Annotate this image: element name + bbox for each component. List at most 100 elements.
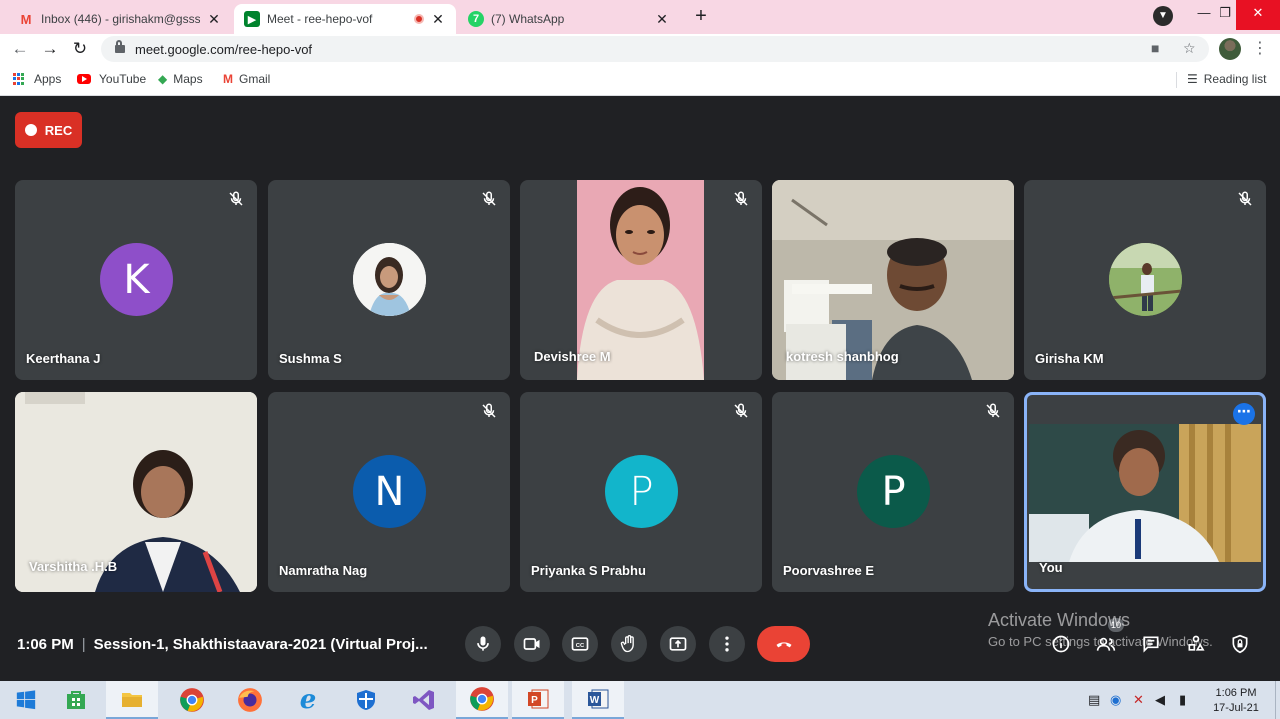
bookmark-apps[interactable]: Apps bbox=[13, 72, 61, 86]
participant-tile[interactable]: Varshitha .H.B bbox=[15, 392, 257, 592]
youtube-icon bbox=[77, 74, 91, 84]
self-tile[interactable]: ⋯ You bbox=[1024, 392, 1266, 592]
meet-icon: ▶ bbox=[244, 11, 260, 27]
meeting-time: 1:06 PM bbox=[17, 636, 74, 653]
participant-name: Priyanka S Prabhu bbox=[531, 563, 646, 578]
close-window-button[interactable]: ✕ bbox=[1236, 0, 1280, 30]
participant-tile[interactable]: P Priyanka S Prabhu bbox=[520, 392, 762, 592]
taskbar-clock[interactable]: 1:06 PM 17-Jul-21 bbox=[1205, 686, 1267, 716]
close-tab-icon[interactable]: ✕ bbox=[430, 11, 446, 28]
battery-icon[interactable]: ▮ bbox=[1179, 692, 1186, 708]
taskbar-defender[interactable] bbox=[340, 681, 392, 719]
windows-logo-icon bbox=[16, 690, 36, 710]
reading-list-label: Reading list bbox=[1203, 72, 1267, 86]
divider bbox=[1176, 72, 1177, 88]
more-menu-icon[interactable]: ⋮ bbox=[1252, 38, 1268, 58]
participant-tile[interactable]: K Keerthana J bbox=[15, 180, 257, 380]
chat-button[interactable] bbox=[1139, 632, 1163, 656]
tab-meet[interactable]: ▶ Meet - ree-hepo-vof ✕ bbox=[234, 4, 456, 34]
taskbar-chrome-active[interactable] bbox=[456, 681, 508, 719]
activities-button[interactable] bbox=[1184, 632, 1208, 656]
participant-tile[interactable]: P Poorvashree E bbox=[772, 392, 1014, 592]
captions-button[interactable]: CC bbox=[562, 626, 598, 662]
forward-arrow-icon[interactable]: → bbox=[39, 38, 61, 60]
taskbar-file-explorer[interactable] bbox=[106, 681, 158, 719]
gmail-icon: M bbox=[223, 72, 233, 86]
participant-name: Poorvashree E bbox=[783, 563, 875, 578]
avatar: P bbox=[857, 455, 930, 528]
svg-text:P: P bbox=[531, 695, 538, 706]
mic-off-icon bbox=[732, 190, 750, 208]
watermark-title: Activate Windows bbox=[988, 610, 1131, 630]
start-button[interactable] bbox=[0, 681, 52, 719]
participant-tile[interactable]: kotresh shanbhog bbox=[772, 180, 1014, 380]
people-icon bbox=[1096, 637, 1116, 651]
bookmark-label: Gmail bbox=[239, 72, 271, 86]
tab-gmail[interactable]: M Inbox (446) - girishakm@gsss.ed ✕ bbox=[8, 4, 232, 34]
taskbar-word[interactable]: W bbox=[572, 681, 624, 719]
raise-hand-button[interactable] bbox=[611, 626, 647, 662]
tab-whatsapp[interactable]: 7 (7) WhatsApp ✕ bbox=[458, 4, 680, 34]
bookmark-maps[interactable]: ◆ Maps bbox=[158, 72, 203, 86]
bookmark-gmail[interactable]: M Gmail bbox=[223, 72, 270, 86]
mic-button[interactable] bbox=[465, 626, 501, 662]
participant-tile[interactable]: N Namratha Nag bbox=[268, 392, 510, 592]
participant-tile[interactable]: Devishree M bbox=[520, 180, 762, 380]
mic-off-icon bbox=[480, 190, 498, 208]
url-text: meet.google.com/ree-hepo-vof bbox=[135, 41, 313, 57]
back-arrow-icon[interactable]: ← bbox=[9, 38, 31, 60]
close-tab-icon[interactable]: ✕ bbox=[654, 11, 670, 28]
avatar bbox=[1109, 243, 1182, 316]
meeting-info: 1:06 PM | Session-1, Shakthistaavara-2021 … bbox=[17, 636, 428, 653]
taskbar-store[interactable] bbox=[50, 681, 102, 719]
meeting-title: Session-1, Shakthistaavara-2021 (Virtual… bbox=[93, 636, 428, 653]
mic-off-icon bbox=[480, 402, 498, 420]
profile-avatar[interactable] bbox=[1219, 38, 1241, 60]
more-options-button[interactable] bbox=[709, 626, 745, 662]
avatar: K bbox=[100, 243, 173, 316]
meeting-details-button[interactable] bbox=[1049, 632, 1073, 656]
participant-name: Girisha KM bbox=[1035, 351, 1104, 366]
avatar bbox=[353, 243, 426, 316]
participant-tile[interactable]: Sushma S bbox=[268, 180, 510, 380]
hand-icon bbox=[620, 635, 634, 653]
participant-name: You bbox=[1039, 560, 1063, 575]
taskbar-firefox[interactable] bbox=[224, 681, 276, 719]
leave-call-button[interactable] bbox=[757, 626, 810, 662]
new-tab-button[interactable]: + bbox=[688, 5, 714, 27]
show-desktop-button[interactable] bbox=[1275, 681, 1280, 719]
taskbar-powerpoint[interactable]: P bbox=[512, 681, 564, 719]
more-vert-icon bbox=[725, 636, 729, 652]
more-options-button[interactable]: ⋯ bbox=[1233, 403, 1255, 425]
host-controls-button[interactable] bbox=[1228, 632, 1252, 656]
address-bar[interactable]: meet.google.com/ree-hepo-vof ■ ☆ bbox=[101, 36, 1209, 62]
reading-list-button[interactable]: ☰ Reading list bbox=[1187, 72, 1266, 86]
chrome-icon bbox=[470, 687, 494, 711]
reload-icon[interactable]: ↻ bbox=[69, 38, 91, 60]
camera-icon[interactable]: ■ bbox=[1151, 40, 1159, 56]
close-tab-icon[interactable]: ✕ bbox=[206, 11, 222, 28]
participant-name: Devishree M bbox=[534, 349, 611, 364]
printer-error-icon[interactable]: ✕ bbox=[1133, 692, 1144, 708]
participant-tile[interactable]: Girisha KM bbox=[1024, 180, 1266, 380]
chevron-down-icon[interactable]: ▼ bbox=[1153, 6, 1173, 26]
bookmark-label: YouTube bbox=[99, 72, 147, 86]
volume-icon[interactable]: ◀ bbox=[1155, 692, 1165, 708]
present-button[interactable] bbox=[660, 626, 696, 662]
people-button[interactable] bbox=[1094, 632, 1118, 656]
taskbar-visual-studio[interactable] bbox=[398, 681, 450, 719]
windows-taskbar: e P W ▤ ◉ ✕ ◀ ▮ 1:06 PM 17-Jul-21 bbox=[0, 681, 1280, 719]
bookmark-youtube[interactable]: YouTube bbox=[77, 72, 146, 86]
star-icon[interactable]: ☆ bbox=[1183, 40, 1196, 57]
taskbar-internet-explorer[interactable]: e bbox=[282, 681, 334, 719]
bookmarks-bar: Apps YouTube ◆ Maps M Gmail ☰ Reading li… bbox=[0, 64, 1280, 96]
clock-date: 17-Jul-21 bbox=[1213, 702, 1259, 714]
store-icon bbox=[67, 691, 85, 709]
bluetooth-icon[interactable]: ◉ bbox=[1110, 692, 1121, 708]
tab-title: Inbox (446) - girishakm@gsss.ed bbox=[41, 12, 200, 26]
network-icon[interactable]: ▤ bbox=[1088, 692, 1100, 708]
divider: | bbox=[81, 636, 86, 653]
taskbar-chrome[interactable] bbox=[166, 681, 218, 719]
recording-button[interactable]: REC bbox=[15, 112, 82, 148]
camera-button[interactable] bbox=[514, 626, 550, 662]
